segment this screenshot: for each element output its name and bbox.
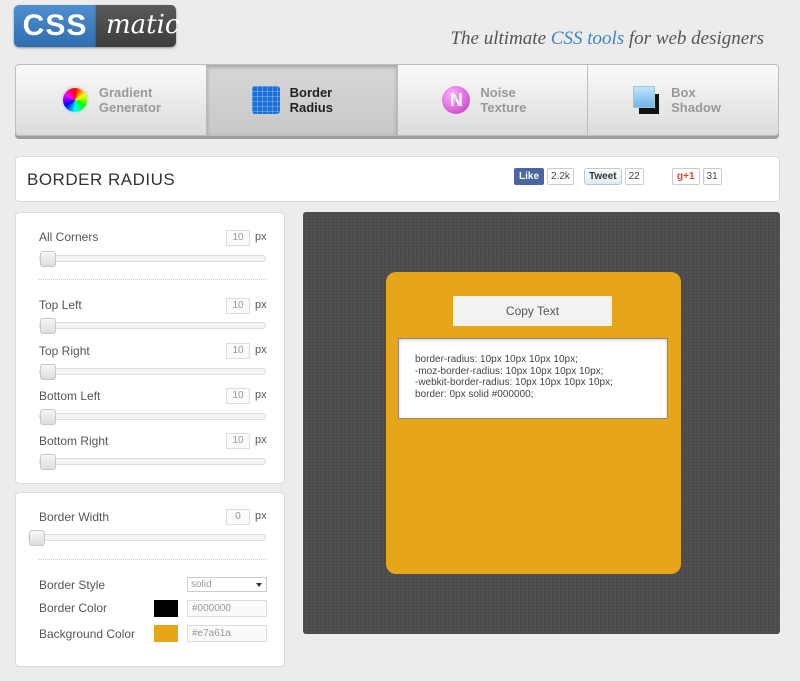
facebook-like: Like 2.2k [514,168,574,185]
gplus-button[interactable]: g+1 [672,168,700,185]
css-code-output[interactable]: border-radius: 10px 10px 10px 10px; -moz… [398,338,668,419]
gplus-count: 31 [702,168,722,185]
tweet-button[interactable]: Tweet [584,168,622,185]
bottom-left-unit: px [255,389,267,401]
top-left-label: Top Left [39,298,82,312]
slider-handle[interactable] [40,251,56,267]
bottom-right-label: Bottom Right [39,434,109,448]
copy-text-button[interactable]: Copy Text [453,296,612,326]
preview-box: Copy Text border-radius: 10px 10px 10px … [386,272,681,574]
page-title: BORDER RADIUS [27,170,176,189]
border-grid-icon [251,86,280,114]
tagline-before: The ultimate [450,28,551,49]
tab-noise-texture[interactable]: N Noise Texture [398,65,589,135]
like-count: 2.2k [547,168,574,185]
tagline-accent: CSS tools [550,28,625,49]
top-right-value[interactable]: 10 [226,343,250,359]
border-color-label: Border Color [39,601,108,615]
tab-border-radius[interactable]: Border Radius [206,65,398,135]
top-left-slider[interactable] [39,318,266,334]
bottom-left-label: Bottom Left [39,389,101,403]
noise-ball-icon: N [442,86,471,114]
bottom-right-unit: px [255,434,267,446]
tool-tabs: Gradient Generator Border Radius N Noise Te… [15,64,779,136]
all-corners-label: All Corners [39,230,99,244]
chevron-down-icon [256,583,262,587]
tab-label: Gradient Generator [98,85,162,115]
code-line: -moz-border-radius: 10px 10px 10px 10px; [415,365,604,377]
code-line: border-radius: 10px 10px 10px 10px; [415,354,578,365]
tagline-after: for web designers [624,28,764,49]
slider-handle[interactable] [40,364,56,380]
border-width-value[interactable]: 0 [226,509,250,525]
tab-label: Box Shadow [671,85,721,115]
top-right-slider[interactable] [39,364,266,380]
bottom-left-slider[interactable] [39,409,266,425]
box-shadow-icon [633,86,661,114]
code-line: -webkit-border-radius: 10px 10px 10px 10… [415,377,613,388]
all-corners-unit: px [255,231,267,243]
border-style-value: solid [191,579,212,590]
border-width-unit: px [255,510,267,522]
logo-css-part: CSS [14,5,96,47]
gradient-wheel-icon [60,86,89,114]
gplus-widget: g+1 31 [672,168,722,185]
preview-area: Copy Text border-radius: 10px 10px 10px … [303,212,780,634]
border-style-select[interactable]: solid [187,577,267,592]
top-right-label: Top Right [39,344,90,358]
tweet-count: 22 [624,168,644,185]
background-color-label: Background Color [39,627,136,641]
slider-handle[interactable] [29,530,45,546]
border-width-slider[interactable] [28,530,266,546]
tab-label: Noise Texture [480,85,527,115]
border-width-label: Border Width [39,510,110,524]
background-color-swatch[interactable] [154,625,178,642]
facebook-like-button[interactable]: Like [514,168,545,185]
bottom-right-slider[interactable] [39,454,266,470]
border-style-label: Border Style [39,578,106,592]
top-left-value[interactable]: 10 [226,298,250,314]
top-left-unit: px [255,299,267,311]
divider [39,559,266,560]
corner-radius-panel: All Corners 10 px Top Left 10 px Top Rig… [15,212,285,484]
cssmatic-logo[interactable]: CSS matic [14,5,179,47]
border-settings-panel: Border Width 0 px Border Style solid Bor… [15,492,285,667]
logo-matic-part: matic [96,5,179,47]
slider-handle[interactable] [40,454,56,470]
slider-handle[interactable] [40,409,56,425]
tweet-widget: Tweet 22 [584,168,644,185]
divider [39,279,266,280]
border-color-field[interactable]: #000000 [187,600,267,617]
all-corners-value[interactable]: 10 [226,230,250,246]
tagline: The ultimate CSS tools for web designers [450,28,764,50]
tab-gradient-generator[interactable]: Gradient Generator [16,65,207,135]
slider-handle[interactable] [40,318,56,334]
background-color-field[interactable]: #e7a61a [187,625,267,642]
top-right-unit: px [255,344,267,356]
border-color-swatch[interactable] [154,600,178,617]
tab-label: Border Radius [289,85,333,115]
tab-box-shadow[interactable]: Box Shadow [588,65,778,135]
code-line: border: 0px solid #000000; [415,388,534,400]
bottom-right-value[interactable]: 10 [226,433,250,449]
bottom-left-value[interactable]: 10 [226,388,250,404]
all-corners-slider[interactable] [39,251,266,267]
title-bar: BORDER RADIUS Like 2.2k Tweet 22 g+1 31 [15,156,780,202]
